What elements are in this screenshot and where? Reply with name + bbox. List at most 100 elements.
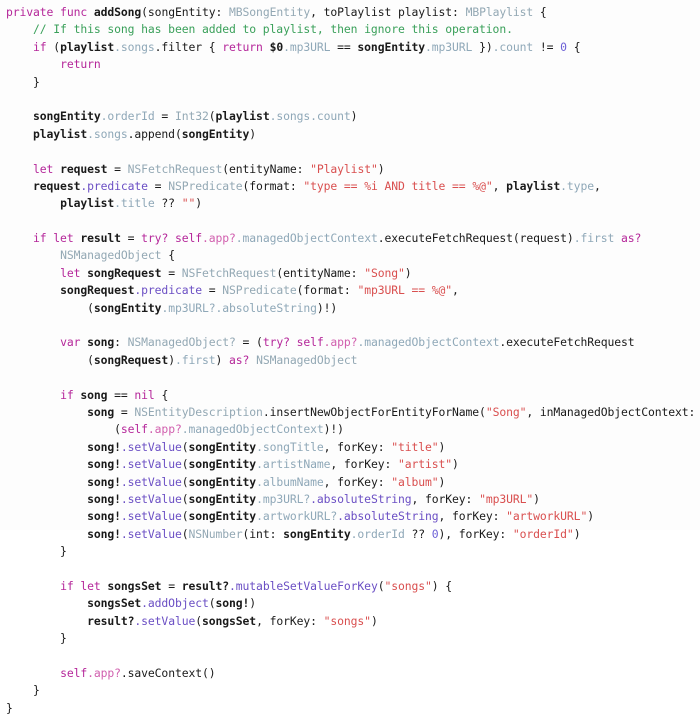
code-token-typ: Int32 bbox=[174, 109, 209, 124]
code-line[interactable]: song!.setValue(songEntity.artistName, fo… bbox=[0, 456, 700, 473]
code-line[interactable]: song!.setValue(NSNumber(int: songEntity.… bbox=[0, 526, 700, 543]
code-line[interactable]: return bbox=[0, 56, 700, 73]
code-token-prop: .managedObjectContext bbox=[357, 335, 500, 350]
code-line[interactable]: private func addSong(songEntity: MBSongE… bbox=[0, 4, 700, 21]
code-line[interactable]: let request = NSFetchRequest(entityName:… bbox=[0, 161, 700, 178]
code-token-kw: if let bbox=[60, 578, 101, 593]
code-token-pl: ( bbox=[195, 613, 202, 628]
code-token-kw: if let bbox=[33, 231, 74, 246]
code-token-typ: MBPlaylist bbox=[465, 5, 534, 19]
code-token-kw: var bbox=[60, 335, 81, 350]
code-line[interactable] bbox=[0, 647, 700, 664]
code-line[interactable]: song = NSEntityDescription.insertNewObje… bbox=[0, 404, 700, 421]
code-token-pl: (format: bbox=[296, 283, 358, 298]
code-line[interactable]: var song: NSManagedObject? = (try? self.… bbox=[0, 334, 700, 351]
code-token-b: songEntity bbox=[188, 457, 257, 472]
code-token-pl: , bbox=[593, 178, 601, 193]
code-token-meth: .setValue bbox=[120, 474, 182, 489]
code-token-kw: self bbox=[296, 335, 324, 350]
code-line[interactable]: song!.setValue(songEntity.mp3URL?.absolu… bbox=[0, 491, 700, 508]
code-line[interactable]: song!.setValue(songEntity.songTitle, for… bbox=[0, 439, 700, 456]
code-line[interactable]: } bbox=[0, 543, 700, 560]
code-line[interactable]: playlist.songs.append(songEntity) bbox=[0, 126, 700, 143]
code-token-prop: .mp3URL? bbox=[161, 300, 216, 315]
code-line[interactable]: song!.setValue(songEntity.albumName, for… bbox=[0, 474, 700, 491]
code-line[interactable]: if let result = try? self.app?.managedOb… bbox=[0, 230, 700, 247]
code-token-num: 0 bbox=[431, 526, 439, 541]
code-line[interactable] bbox=[0, 369, 700, 386]
code-line[interactable] bbox=[0, 561, 700, 578]
code-token-pl: ( bbox=[46, 39, 61, 54]
code-token-pl: (songEntity: bbox=[141, 5, 230, 19]
code-token-str: "title" bbox=[391, 439, 439, 454]
code-line[interactable]: (self.app?.managedObjectContext)!) bbox=[0, 421, 700, 438]
code-line[interactable]: if song == nil { bbox=[0, 387, 700, 404]
code-token-pl: }) bbox=[472, 39, 493, 54]
code-line[interactable] bbox=[0, 143, 700, 160]
code-token-pl: ) bbox=[452, 457, 459, 472]
code-line[interactable] bbox=[0, 317, 700, 334]
code-token-pl: { bbox=[533, 5, 547, 19]
code-token-pl: = bbox=[161, 265, 182, 280]
code-line[interactable]: } bbox=[0, 630, 700, 647]
code-token-b: song bbox=[87, 404, 115, 419]
code-token-pl: == bbox=[330, 39, 358, 54]
code-token-pl: .append( bbox=[127, 126, 182, 141]
code-line[interactable]: playlist.title ?? "") bbox=[0, 195, 700, 212]
code-line[interactable]: NSManagedObject { bbox=[0, 247, 700, 264]
code-line[interactable] bbox=[0, 213, 700, 230]
code-token-pl: = bbox=[161, 578, 182, 593]
code-token-pl: ) bbox=[438, 439, 446, 454]
code-line[interactable]: songRequest.predicate = NSPredicate(form… bbox=[0, 282, 700, 299]
code-token-prop: .artistName bbox=[256, 457, 331, 472]
code-line[interactable]: request.predicate = NSPredicate(format: … bbox=[0, 178, 700, 195]
code-token-pl: ( bbox=[377, 578, 385, 593]
code-line[interactable]: } bbox=[0, 700, 700, 717]
code-line[interactable]: if let songsSet = result?.mutableSetValu… bbox=[0, 578, 700, 595]
code-token-pink: .app? bbox=[87, 665, 121, 680]
code-editor-view[interactable]: private func addSong(songEntity: MBSongE… bbox=[0, 0, 700, 715]
code-line[interactable]: songEntity.orderId = Int32(playlist.song… bbox=[0, 108, 700, 125]
code-token-prop: .orderId bbox=[100, 109, 155, 124]
code-line[interactable]: result?.setValue(songsSet, forKey: "song… bbox=[0, 613, 700, 630]
code-line[interactable]: self.app?.saveContext() bbox=[0, 665, 700, 682]
code-line[interactable]: (songRequest).first) as? NSManagedObject bbox=[0, 352, 700, 369]
code-line[interactable]: } bbox=[0, 682, 700, 699]
code-line[interactable]: // If this song has been added to playli… bbox=[0, 21, 700, 38]
code-token-str: "Playlist" bbox=[310, 161, 378, 176]
code-token-pl: .insertNewObjectForEntityForName( bbox=[262, 404, 486, 419]
code-token-b: songEntity bbox=[188, 474, 257, 489]
code-token-str: "songs" bbox=[384, 578, 432, 593]
code-token-meth: .setValue bbox=[120, 491, 182, 506]
code-line[interactable]: song!.setValue(songEntity.artworkURL?.ab… bbox=[0, 508, 700, 525]
code-token-cmt: // If this song has been added to playli… bbox=[33, 22, 513, 37]
code-token-pl: ) bbox=[533, 491, 540, 506]
code-token-pl: = bbox=[201, 283, 223, 298]
code-token-prop: .title bbox=[114, 196, 155, 211]
code-token-kw: try? bbox=[262, 335, 290, 350]
code-line[interactable]: let songRequest = NSFetchRequest(entityN… bbox=[0, 265, 700, 282]
code-line[interactable]: (songEntity.mp3URL?.absoluteString)!) bbox=[0, 300, 700, 317]
code-token-str: "artworkURL" bbox=[506, 509, 588, 524]
code-token-kw: nil bbox=[134, 387, 155, 402]
code-token-meth: .absoluteString bbox=[310, 491, 412, 506]
code-token-pl: , forKey: bbox=[323, 439, 392, 454]
code-token-pl: } bbox=[6, 544, 67, 559]
code-line[interactable]: songsSet.addObject(song!) bbox=[0, 595, 700, 612]
code-line[interactable]: if (playlist.songs.filter { return $0.mp… bbox=[0, 39, 700, 56]
code-line[interactable] bbox=[0, 91, 700, 108]
code-token-pl: .saveContext() bbox=[120, 665, 216, 680]
code-token-kw: let bbox=[60, 265, 81, 280]
code-token-pl: .filter { bbox=[154, 39, 223, 54]
code-token-pl: ) bbox=[370, 613, 378, 628]
code-line[interactable]: } bbox=[0, 74, 700, 91]
